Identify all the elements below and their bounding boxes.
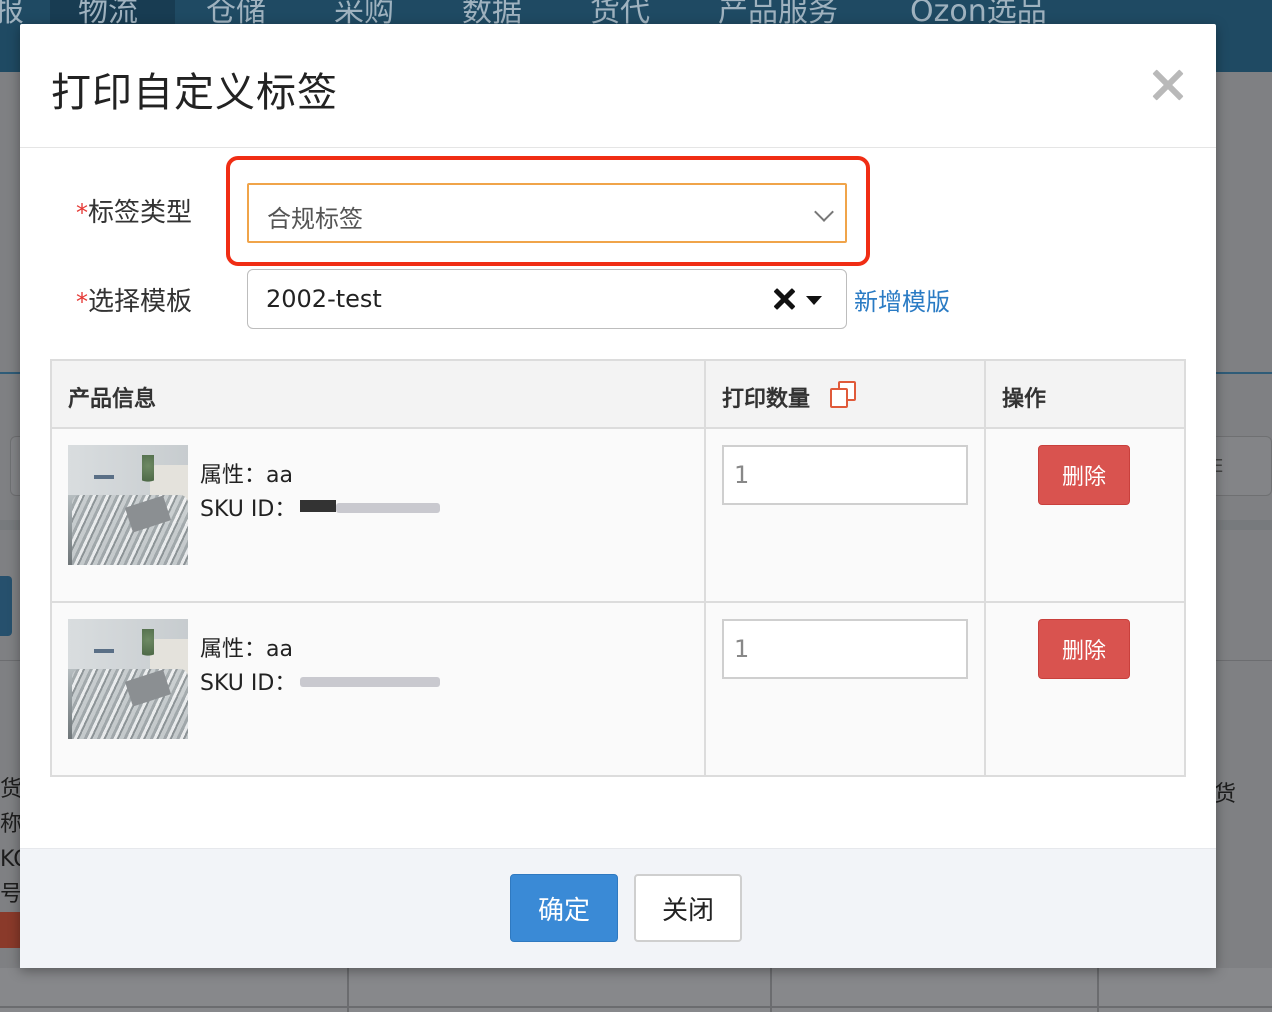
dialog-footer: 确定 关闭	[20, 848, 1216, 968]
background-table-bottom	[0, 968, 1272, 1012]
thumb-part	[142, 455, 154, 491]
label-type-select[interactable]: 合规标签	[247, 183, 847, 243]
redaction-blur	[336, 503, 440, 513]
thumb-part	[94, 649, 114, 653]
divider	[984, 361, 986, 775]
chevron-down-icon	[814, 202, 834, 222]
nav-item[interactable]: 产品服务	[718, 0, 838, 24]
copy-icon-front	[830, 388, 848, 408]
background-label: 号	[0, 882, 22, 907]
dialog-title: 打印自定义标签	[51, 70, 338, 116]
sku-redacted-mask	[300, 497, 440, 517]
nav-item[interactable]: 物流	[78, 0, 138, 24]
nav-item[interactable]: 货代	[590, 0, 650, 24]
dialog-header: 打印自定义标签	[20, 24, 1216, 148]
close-icon[interactable]	[1150, 68, 1184, 102]
background-label: 称	[0, 812, 22, 837]
background-label-column: 货 称 KO 号	[0, 772, 22, 912]
background-label: KO	[0, 847, 22, 872]
template-select[interactable]: 2002-test	[247, 269, 847, 329]
column-header-product-info: 产品信息	[52, 361, 704, 429]
redaction-blur	[300, 677, 440, 687]
product-attribute: 属性：aa	[200, 463, 293, 488]
caret-down-icon[interactable]	[806, 296, 822, 305]
divider	[704, 361, 706, 775]
column-header-print-qty: 打印数量	[706, 361, 984, 429]
column-header-label: 打印数量	[722, 387, 811, 412]
product-sku-label: SKU ID：	[200, 671, 297, 696]
close-button[interactable]: 关闭	[634, 874, 742, 942]
thumb-part	[142, 629, 154, 665]
nav-item[interactable]: 报	[0, 0, 24, 24]
product-attribute: 属性：aa	[200, 637, 293, 662]
add-template-link[interactable]: 新增模版	[854, 282, 950, 317]
nav-item[interactable]: 采购	[334, 0, 394, 24]
nav-item[interactable]: 仓储	[206, 0, 266, 24]
print-quantity-input[interactable]	[722, 619, 968, 679]
product-thumbnail	[68, 619, 188, 739]
label-type-text: 标签类型	[88, 198, 193, 228]
column-header-label: 操作	[1002, 387, 1047, 412]
confirm-button[interactable]: 确定	[510, 874, 618, 942]
background-label: 货	[1214, 782, 1237, 807]
template-value: 2002-test	[266, 285, 382, 313]
required-mark: *	[76, 199, 88, 227]
print-custom-label-dialog: 打印自定义标签 *标签类型 合规标签 *选择模板 2002-test 新增模版 …	[20, 24, 1216, 968]
background-urgent-tag	[0, 912, 20, 948]
clear-icon[interactable]	[772, 286, 798, 312]
thumb-part	[94, 475, 114, 479]
product-table: 产品信息 打印数量 操作 属性：aa SKU ID： 1 删除 属性：aa SK…	[50, 359, 1186, 777]
delete-button[interactable]: 删除	[1038, 619, 1130, 679]
redaction-block	[300, 500, 336, 512]
background-button	[0, 576, 12, 636]
template-label: *选择模板	[76, 281, 192, 318]
delete-button[interactable]: 删除	[1038, 445, 1130, 505]
background-label: 货	[0, 777, 22, 802]
product-thumbnail	[68, 445, 188, 565]
column-header-label: 产品信息	[68, 387, 157, 412]
required-mark: *	[76, 288, 88, 316]
sku-redacted-mask	[300, 671, 440, 691]
nav-item[interactable]: Ozon选品	[910, 0, 1047, 24]
divider	[0, 1006, 1272, 1008]
label-type-label: *标签类型	[76, 192, 192, 229]
product-sku-label: SKU ID：	[200, 497, 297, 522]
nav-item[interactable]: 数据	[462, 0, 522, 24]
template-label-text: 选择模板	[88, 287, 193, 317]
label-type-value: 合规标签	[267, 205, 363, 233]
divider	[52, 601, 1184, 603]
print-quantity-input[interactable]	[722, 445, 968, 505]
copy-icon[interactable]	[830, 381, 858, 409]
column-header-action: 操作	[986, 361, 1184, 429]
